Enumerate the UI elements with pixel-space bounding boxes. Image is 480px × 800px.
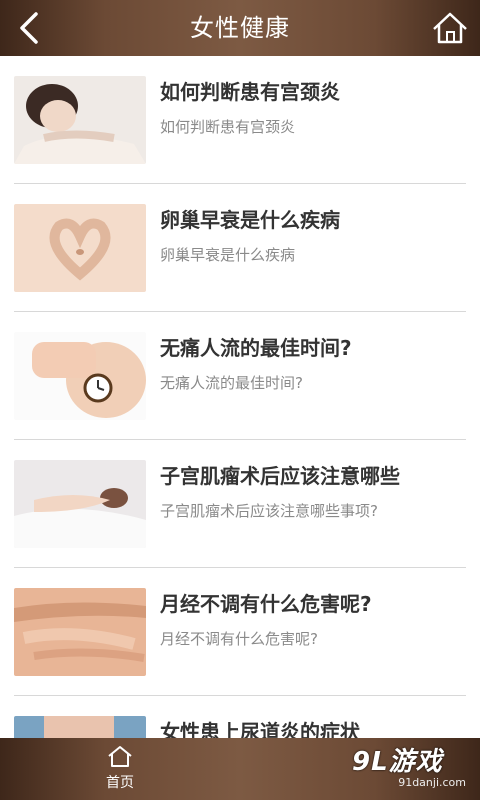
article-thumbnail <box>14 76 146 164</box>
tab-home-label: 首页 <box>106 775 134 791</box>
list-item[interactable]: 无痛人流的最佳时间? 无痛人流的最佳时间? <box>0 312 480 440</box>
article-thumbnail <box>14 332 146 420</box>
home-icon <box>108 746 132 767</box>
article-title: 月经不调有什么危害呢? <box>160 592 372 616</box>
article-title: 女性患上尿道炎的症状 <box>160 720 360 738</box>
home-icon <box>433 12 467 44</box>
list-item[interactable]: 女性患上尿道炎的症状 <box>0 696 480 738</box>
article-subtitle: 如何判断患有宫颈炎 <box>160 118 296 136</box>
list-item[interactable]: 卵巢早衰是什么疾病 卵巢早衰是什么疾病 <box>0 184 480 312</box>
list-item[interactable]: 如何判断患有宫颈炎 如何判断患有宫颈炎 <box>0 56 480 184</box>
watermark-logo: 9L游戏 <box>352 747 443 777</box>
article-title: 卵巢早衰是什么疾病 <box>160 208 340 232</box>
watermark-url: 91danji.com <box>398 776 466 789</box>
list-item[interactable]: 月经不调有什么危害呢? 月经不调有什么危害呢? <box>0 568 480 696</box>
tab-home[interactable]: 首页 <box>92 742 148 798</box>
article-list[interactable]: 如何判断患有宫颈炎 如何判断患有宫颈炎 卵巢早衰是什么疾病 卵巢早衰是什么疾病 <box>0 56 480 738</box>
article-title: 无痛人流的最佳时间? <box>160 336 352 360</box>
bottom-nav: 首页 9L游戏 91danji.com <box>0 738 480 800</box>
article-thumbnail <box>14 588 146 676</box>
watermark: 9L游戏 91danji.com <box>352 748 472 796</box>
article-thumbnail <box>14 460 146 548</box>
article-title: 子宫肌瘤术后应该注意哪些 <box>160 464 400 488</box>
home-button[interactable] <box>430 9 470 47</box>
article-thumbnail <box>14 716 146 738</box>
article-title: 如何判断患有宫颈炎 <box>160 80 340 104</box>
list-item[interactable]: 子宫肌瘤术后应该注意哪些 子宫肌瘤术后应该注意哪些事项? <box>0 440 480 568</box>
article-subtitle: 无痛人流的最佳时间? <box>160 374 303 392</box>
article-thumbnail <box>14 204 146 292</box>
article-subtitle: 卵巢早衰是什么疾病 <box>160 246 296 264</box>
article-subtitle: 子宫肌瘤术后应该注意哪些事项? <box>160 502 378 520</box>
top-bar: 女性健康 <box>0 0 480 56</box>
article-subtitle: 月经不调有什么危害呢? <box>160 630 318 648</box>
page-title: 女性健康 <box>190 14 290 42</box>
